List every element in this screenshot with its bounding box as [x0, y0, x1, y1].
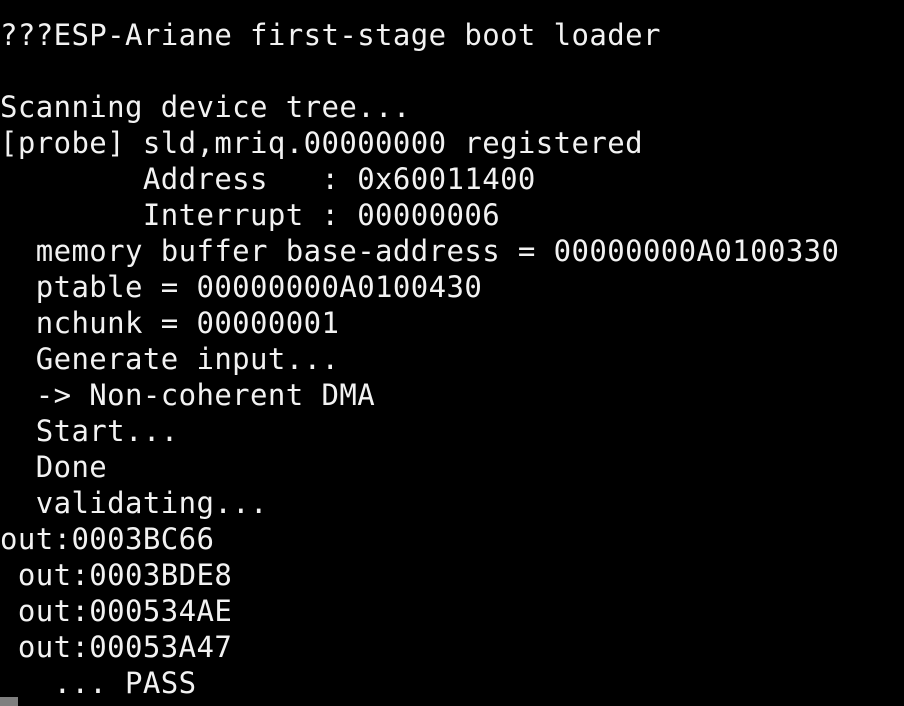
terminal-line-validating: validating... [0, 486, 268, 520]
terminal-line-pass: ... PASS [0, 666, 197, 700]
terminal-line-scanning: Scanning device tree... [0, 90, 411, 124]
terminal-output: ???ESP-Ariane first-stage boot loader Sc… [0, 17, 839, 701]
terminal-line-generate-input: Generate input... [0, 342, 340, 376]
terminal-line-interrupt: Interrupt : 00000006 [0, 198, 501, 232]
terminal-line-start: Start... [0, 414, 179, 448]
terminal-line-memory-buffer: memory buffer base-address = 00000000A01… [0, 234, 840, 268]
terminal-line-title: ???ESP-Ariane first-stage boot loader [0, 18, 661, 52]
terminal-cursor [0, 697, 18, 706]
terminal-line-out-2: out:0003BDE8 [0, 558, 233, 592]
terminal-line-out-1: out:0003BC66 [0, 522, 215, 556]
terminal-line-ptable: ptable = 00000000A0100430 [0, 270, 483, 304]
terminal-line-nchunk: nchunk = 00000001 [0, 306, 340, 340]
terminal-window[interactable]: ???ESP-Ariane first-stage boot loader Sc… [0, 0, 904, 706]
terminal-line-done: Done [0, 450, 108, 484]
terminal-line-probe: [probe] sld,mriq.00000000 registered [0, 126, 643, 160]
terminal-line-dma-mode: -> Non-coherent DMA [0, 378, 376, 412]
terminal-line-out-4: out:00053A47 [0, 630, 233, 664]
terminal-line-blank [0, 53, 839, 89]
terminal-line-out-3: out:000534AE [0, 594, 233, 628]
terminal-line-address: Address : 0x60011400 [0, 162, 536, 196]
